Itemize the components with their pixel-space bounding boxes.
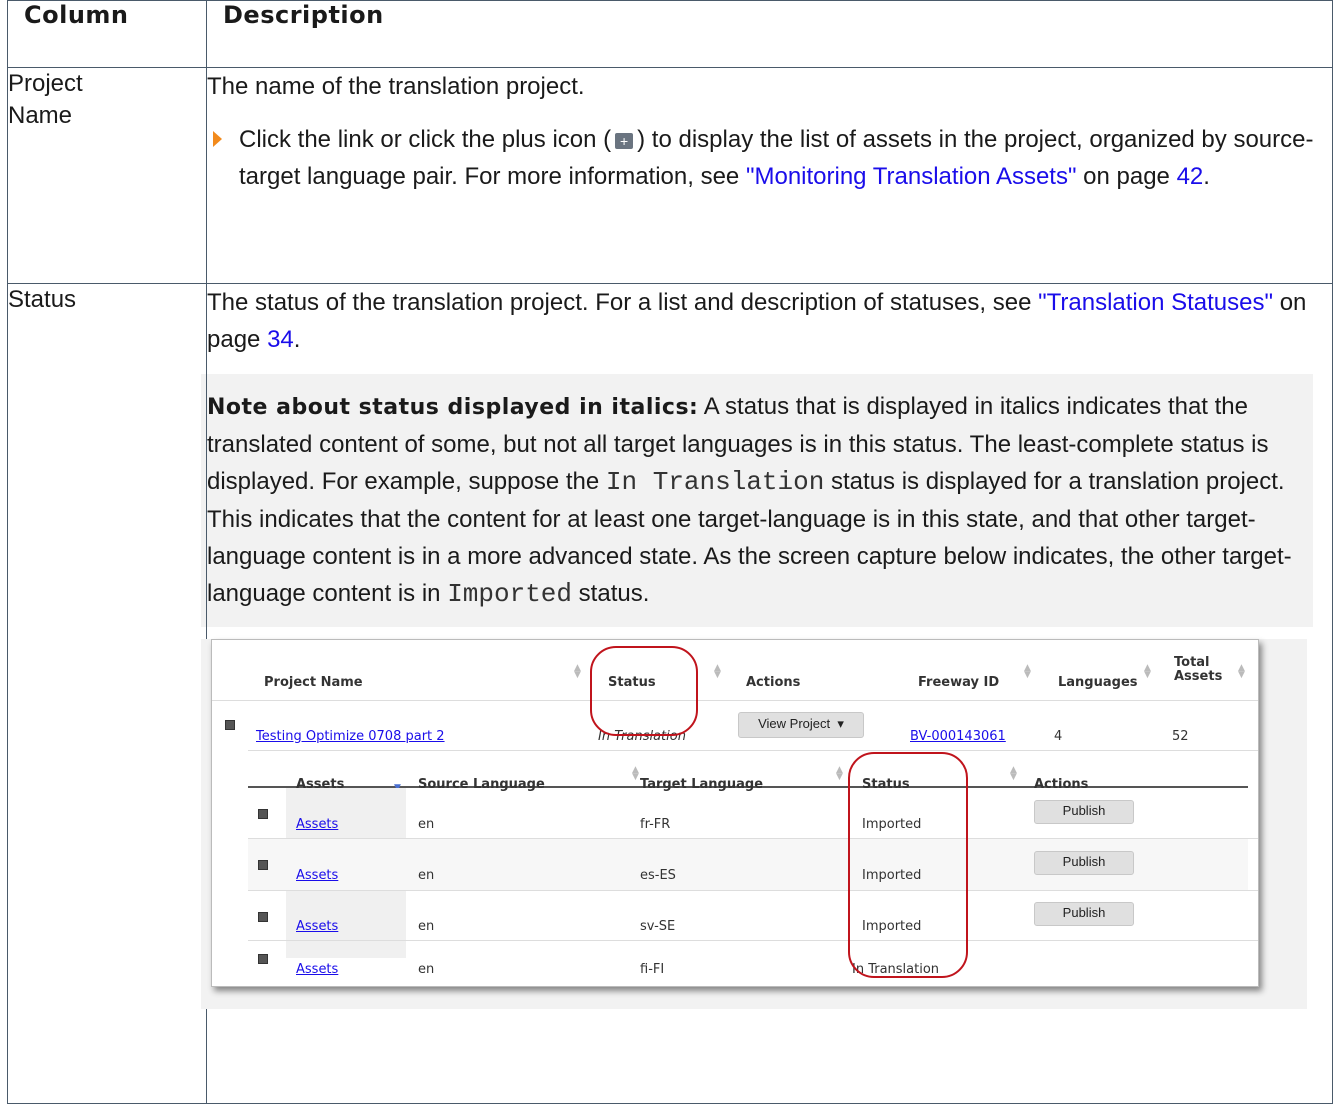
asset-link[interactable]: Assets xyxy=(296,951,338,988)
target-lang: fi-FI xyxy=(640,962,665,977)
expand-icon[interactable] xyxy=(258,809,268,819)
target-lang: sv-SE xyxy=(640,919,676,934)
sub-hdr-source: Source Language xyxy=(418,777,545,792)
sort-icon: ▲ ▼ xyxy=(836,765,843,782)
table-row-status: Status The status of the translation pro… xyxy=(7,283,1333,1104)
sub-hdr-target: Target Language xyxy=(640,777,764,792)
description-text: The status of the translation project. F… xyxy=(207,284,1332,358)
publish-button[interactable]: Publish xyxy=(1034,800,1134,824)
on-page-text: on page xyxy=(1076,163,1177,190)
monitoring-assets-link[interactable]: "Monitoring Translation Assets" xyxy=(746,163,1077,190)
bullet-text: Click the link or click the plus icon ( xyxy=(239,126,612,153)
plus-icon: + xyxy=(615,132,634,149)
screen-capture: Project Name ▲ ▼ Status ▲ ▼ Actions Freewa… xyxy=(211,639,1259,987)
period: . xyxy=(293,326,301,353)
sub-hdr-actions: Actions xyxy=(1034,777,1089,792)
view-project-button[interactable]: View Project ▾ xyxy=(738,712,864,738)
source-lang: en xyxy=(418,962,435,977)
sort-icon: ▲ ▼ xyxy=(1144,663,1151,680)
hdr-languages: Languages xyxy=(1058,675,1138,690)
asset-link[interactable]: Assets xyxy=(296,857,338,894)
desc-text: The status of the translation project. F… xyxy=(207,289,1039,316)
source-lang: en xyxy=(418,919,435,934)
target-lang: fr-FR xyxy=(640,817,671,832)
view-project-label: View Project xyxy=(758,716,831,731)
sort-icon: ▲ ▼ xyxy=(632,765,639,782)
code-imported: Imported xyxy=(447,579,573,609)
sort-icon: ▲ ▼ xyxy=(1010,765,1017,782)
hdr-actions: Actions xyxy=(746,675,801,690)
asset-link[interactable]: Assets xyxy=(296,908,338,945)
expand-icon[interactable] xyxy=(258,860,268,870)
table-header-row: Column Description xyxy=(7,0,1333,68)
highlight-oval xyxy=(590,646,698,736)
column-name: Status xyxy=(7,283,207,1104)
screenshot-container: Project Name ▲ ▼ Status ▲ ▼ Actions Freewa… xyxy=(201,639,1307,1009)
note-text-end: status. xyxy=(572,580,650,607)
divider xyxy=(248,940,1258,941)
period: . xyxy=(1203,163,1210,190)
note-box: Note about status displayed in italics: … xyxy=(201,374,1313,627)
target-lang: es-ES xyxy=(640,868,676,883)
divider xyxy=(248,838,1258,839)
publish-button[interactable]: Publish xyxy=(1034,902,1134,926)
source-lang: en xyxy=(418,868,435,883)
column-name: Project Name xyxy=(7,67,207,284)
hdr-project-name: Project Name xyxy=(264,675,363,690)
table-row-project-name: Project Name The name of the translation… xyxy=(7,67,1333,284)
bullet-item: Click the link or click the plus icon (+… xyxy=(207,121,1332,195)
hdr-total-assets: Total Assets xyxy=(1174,655,1223,684)
description-header: Description xyxy=(206,0,1333,68)
hdr-freeway-id: Freeway ID xyxy=(918,675,1000,690)
translation-statuses-link[interactable]: "Translation Statuses" xyxy=(1038,289,1273,316)
sort-icon: ▲ ▼ xyxy=(1238,663,1245,680)
note-label: Note about status displayed in italics: xyxy=(207,395,699,420)
description-text: The name of the translation project. xyxy=(207,73,585,100)
column-header: Column xyxy=(7,0,207,68)
publish-button[interactable]: Publish xyxy=(1034,851,1134,875)
sort-icon: ▲ ▼ xyxy=(574,663,581,680)
sort-icon: ▲ ▼ xyxy=(1024,663,1031,680)
columns-table: Column Description Project Name The name… xyxy=(7,0,1333,1104)
bullet-arrow-icon xyxy=(213,131,222,147)
description-cell: The name of the translation project. Cli… xyxy=(206,67,1333,284)
expand-icon[interactable] xyxy=(258,954,268,964)
column-name-text: Status xyxy=(8,286,77,313)
asset-link[interactable]: Assets xyxy=(296,806,338,843)
divider xyxy=(212,700,1258,701)
divider xyxy=(248,890,1258,891)
code-in-translation: In Translation xyxy=(605,467,825,497)
collapse-icon[interactable] xyxy=(225,720,235,730)
page-34-link[interactable]: 34 xyxy=(267,326,294,353)
source-lang: en xyxy=(418,817,435,832)
highlight-oval xyxy=(848,752,968,978)
description-cell: The status of the translation project. F… xyxy=(201,283,1333,1104)
column-name-text: Project Name xyxy=(8,70,83,129)
page-42-link[interactable]: 42 xyxy=(1177,163,1204,190)
expand-icon[interactable] xyxy=(258,912,268,922)
sort-icon: ▲ ▼ xyxy=(714,663,721,680)
